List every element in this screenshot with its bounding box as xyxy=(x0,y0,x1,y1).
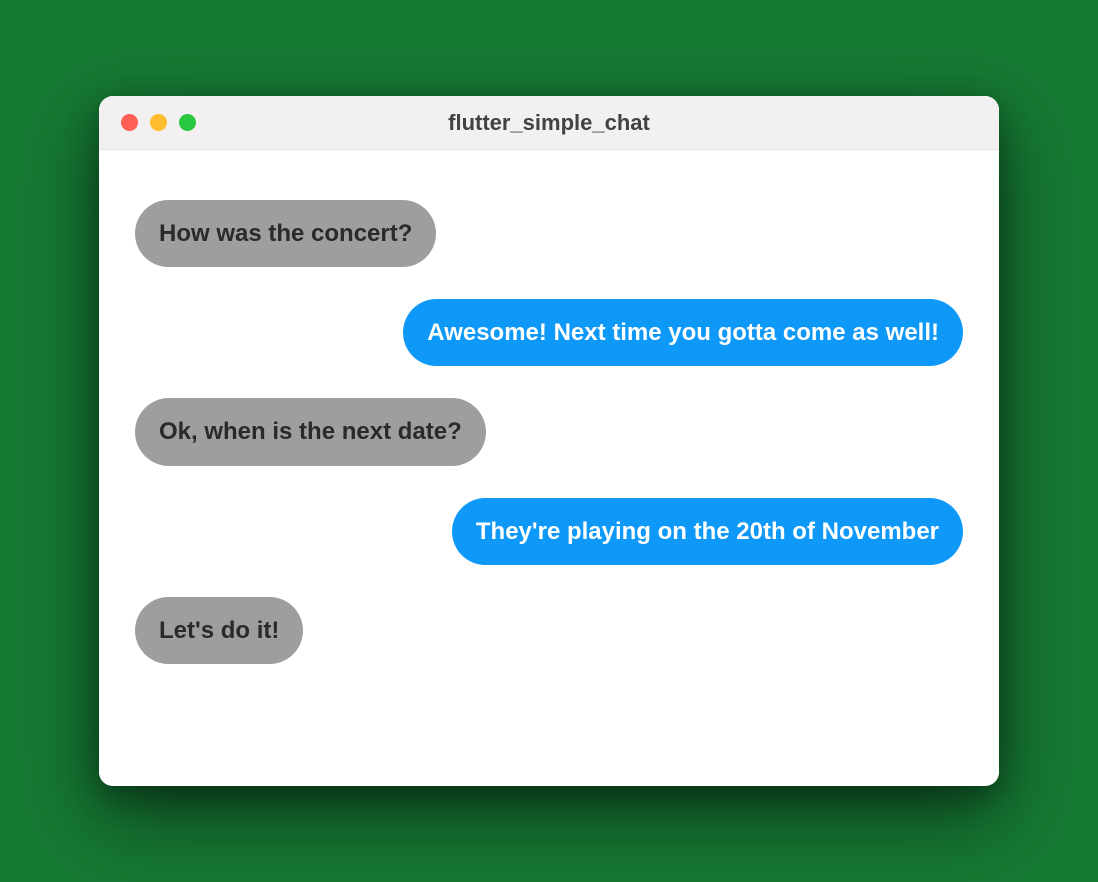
window-titlebar: flutter_simple_chat xyxy=(99,96,999,150)
message-row: Ok, when is the next date? xyxy=(135,398,963,465)
received-message-bubble: Ok, when is the next date? xyxy=(135,398,486,465)
close-icon[interactable] xyxy=(121,114,138,131)
message-row: Awesome! Next time you gotta come as wel… xyxy=(135,299,963,366)
maximize-icon[interactable] xyxy=(179,114,196,131)
chat-content: How was the concert? Awesome! Next time … xyxy=(99,150,999,786)
traffic-lights xyxy=(121,114,196,131)
received-message-bubble: Let's do it! xyxy=(135,597,303,664)
sent-message-bubble: They're playing on the 20th of November xyxy=(452,498,963,565)
message-row: How was the concert? xyxy=(135,200,963,267)
sent-message-bubble: Awesome! Next time you gotta come as wel… xyxy=(403,299,963,366)
minimize-icon[interactable] xyxy=(150,114,167,131)
window-title: flutter_simple_chat xyxy=(99,110,999,136)
received-message-bubble: How was the concert? xyxy=(135,200,436,267)
app-window: flutter_simple_chat How was the concert?… xyxy=(99,96,999,786)
message-row: They're playing on the 20th of November xyxy=(135,498,963,565)
message-row: Let's do it! xyxy=(135,597,963,664)
